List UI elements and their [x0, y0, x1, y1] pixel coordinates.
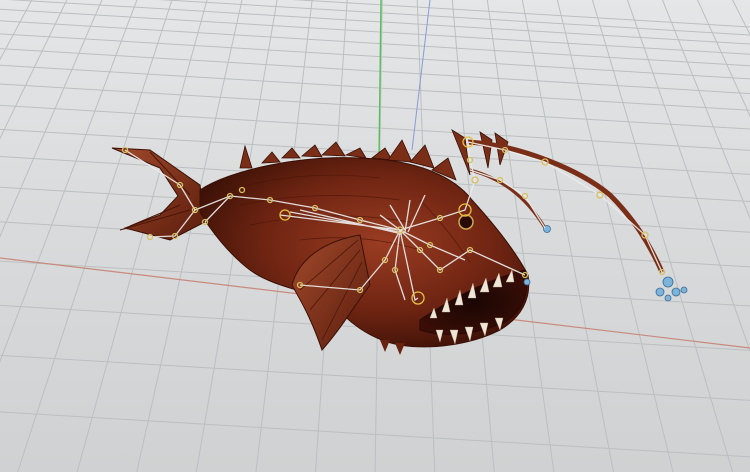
grid-line — [566, 0, 750, 472]
grid-line — [702, 0, 750, 472]
grid-line — [678, 0, 750, 472]
3d-viewport[interactable] — [0, 0, 750, 472]
z-axis-line — [411, 0, 431, 151]
grid-line — [0, 0, 150, 472]
grid-line — [510, 0, 750, 472]
grid-line — [0, 8, 750, 55]
grid-line — [0, 0, 86, 472]
anglerfish-model[interactable] — [111, 129, 688, 355]
grid-line — [0, 0, 70, 472]
grid-line — [0, 104, 750, 151]
grid-line — [7, 0, 750, 45]
grid-line — [291, 0, 750, 28]
grid-line — [0, 354, 750, 401]
grid-line — [646, 0, 750, 472]
grid-line — [0, 0, 134, 472]
grid-line — [582, 0, 750, 472]
grid-line — [0, 0, 158, 472]
grid-line — [686, 0, 750, 472]
grid-line — [0, 0, 166, 472]
grid-line — [0, 0, 126, 472]
head-spines — [451, 129, 509, 176]
grid-line — [550, 0, 750, 472]
grid-line — [518, 0, 750, 472]
grid-line — [0, 0, 238, 472]
grid-line — [574, 0, 750, 472]
grid-line — [558, 0, 750, 472]
fish-eye — [458, 214, 474, 230]
grid-line — [654, 0, 750, 472]
grid-line — [0, 48, 750, 95]
grid-line — [638, 0, 750, 472]
y-axis-line — [378, 0, 382, 161]
lure-bulb — [655, 276, 688, 302]
grid-line — [0, 0, 230, 472]
grid-line — [662, 0, 750, 472]
grid-line — [502, 0, 750, 472]
grid-line — [606, 0, 750, 472]
grid-line — [0, 83, 750, 130]
grid-line — [0, 0, 222, 472]
grid-line — [694, 0, 750, 472]
grid-line — [526, 0, 750, 472]
grid-line — [0, 0, 78, 472]
grid-line — [697, 0, 750, 117]
grid-line — [0, 0, 246, 472]
